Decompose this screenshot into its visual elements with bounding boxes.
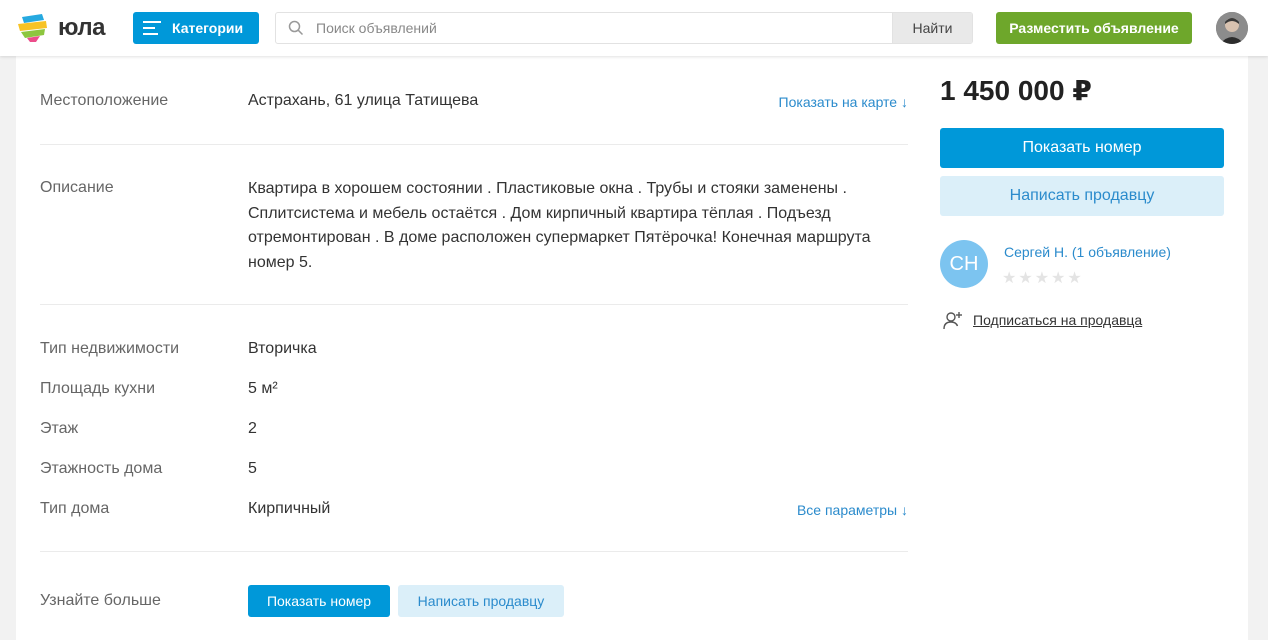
divider (40, 304, 908, 305)
all-params-link[interactable]: Все параметры ↓ (797, 502, 908, 518)
param-label: Этажность дома (40, 460, 163, 477)
param-label: Этаж (40, 420, 79, 437)
param-label: Тип недвижимости (40, 340, 180, 357)
description-label: Описание (40, 179, 114, 196)
divider (40, 144, 908, 145)
param-row: Площадь кухни 5 м² (40, 380, 908, 402)
star-icon: ★ (1018, 270, 1033, 287)
listing-card: Местоположение Астрахань, 61 улица Татищ… (16, 56, 1248, 640)
seller-avatar[interactable]: СН (940, 240, 988, 288)
param-row: Тип дома Кирпичный Все параметры ↓ (40, 500, 908, 522)
param-row: Тип недвижимости Вторичка (40, 340, 908, 362)
menu-icon (143, 21, 161, 35)
logo-text: юла (58, 14, 106, 41)
param-value: 2 (248, 420, 257, 437)
param-row: Этажность дома 5 (40, 460, 908, 482)
param-value: 5 (248, 460, 257, 477)
param-value: Кирпичный (248, 500, 331, 517)
categories-button[interactable]: Категории (133, 12, 259, 44)
description-text: Квартира в хорошем состоянии . Пластиков… (248, 180, 871, 271)
location-label: Местоположение (40, 92, 169, 109)
star-icon: ★ (1002, 270, 1017, 287)
subscribe-seller-link[interactable]: Подписаться на продавца (973, 312, 1142, 328)
param-value: 5 м² (248, 380, 278, 397)
post-ad-button[interactable]: Разместить объявление (996, 12, 1192, 44)
param-value: Вторичка (248, 340, 317, 357)
star-icon: ★ (1034, 270, 1050, 287)
divider (40, 551, 908, 552)
show-number-button-bottom[interactable]: Показать номер (248, 585, 390, 617)
search-icon (276, 13, 316, 43)
star-icon: ★ (1051, 270, 1066, 287)
show-on-map-link[interactable]: Показать на карте ↓ (779, 94, 908, 110)
search-button[interactable]: Найти (892, 13, 972, 43)
seller-rating: ★ ★ ★ ★ ★ (1002, 270, 1082, 288)
search-bar: Найти (275, 12, 973, 44)
write-seller-button-bottom[interactable]: Написать продавцу (398, 585, 564, 617)
param-row: Этаж 2 (40, 420, 908, 442)
logo[interactable]: юла (16, 11, 106, 45)
learn-more-label: Узнайте больше (40, 592, 161, 609)
description-row: Описание Квартира в хорошем состоянии . … (40, 177, 908, 277)
param-label: Площадь кухни (40, 380, 156, 397)
show-number-button[interactable]: Показать номер (940, 128, 1224, 168)
top-header: юла Категории Найти Разместить объявлени… (0, 0, 1268, 56)
write-seller-button[interactable]: Написать продавцу (940, 176, 1224, 216)
price: 1 450 000 ₽ (940, 75, 1092, 106)
star-icon: ★ (1067, 270, 1082, 287)
seller-name-link[interactable]: Сергей Н. (1 объявление) (1004, 244, 1171, 260)
location-value: Астрахань, 61 улица Татищева (248, 92, 479, 109)
categories-label: Категории (172, 20, 244, 36)
add-user-icon[interactable] (942, 310, 964, 332)
user-avatar[interactable] (1216, 12, 1248, 44)
param-label: Тип дома (40, 500, 110, 517)
location-row: Местоположение Астрахань, 61 улица Татищ… (40, 92, 908, 114)
logo-icon (16, 11, 50, 45)
search-input[interactable] (316, 13, 892, 43)
